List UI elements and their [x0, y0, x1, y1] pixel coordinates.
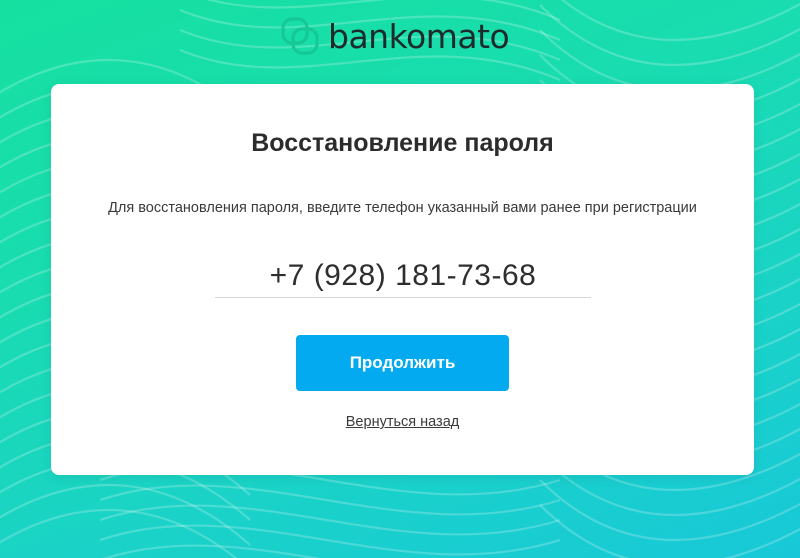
phone-field [215, 256, 591, 298]
password-recovery-card: Восстановление пароля Для восстановления… [51, 84, 754, 475]
instruction-text: Для восстановления пароля, введите телеф… [108, 200, 697, 216]
back-link-row: Вернуться назад [51, 414, 754, 430]
back-link[interactable]: Вернуться назад [346, 414, 459, 430]
continue-button[interactable]: Продолжить [296, 335, 509, 391]
bankomato-logo-icon [281, 17, 319, 55]
phone-input[interactable] [215, 256, 591, 296]
brand-logo[interactable]: bankomato [280, 14, 510, 58]
brand-name: bankomato [328, 16, 510, 56]
page-title: Восстановление пароля [251, 129, 554, 157]
